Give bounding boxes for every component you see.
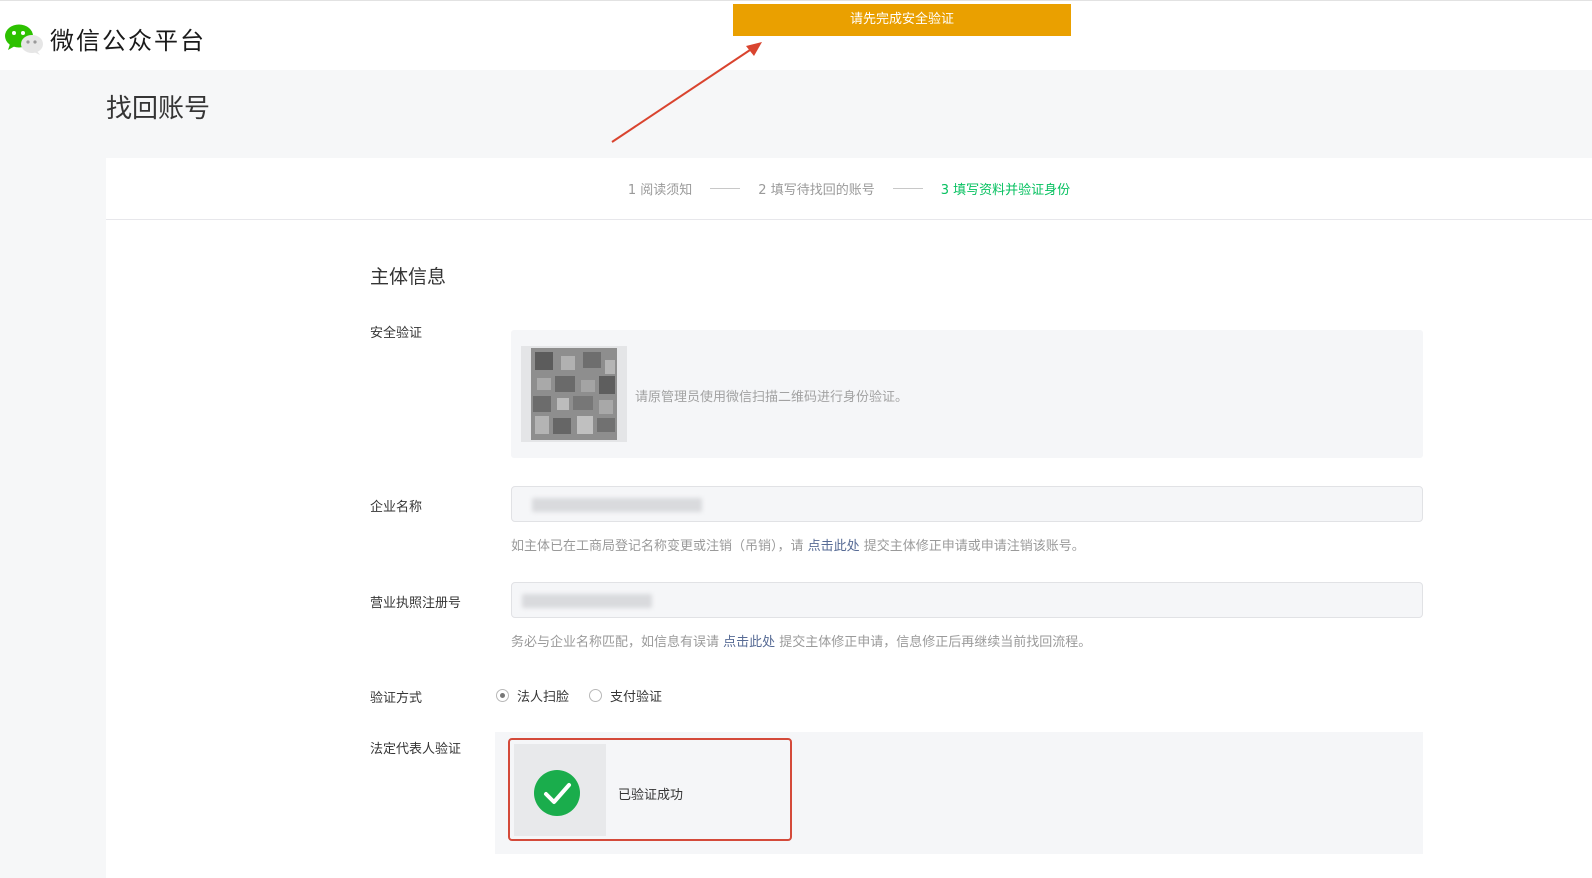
radio-label: 法人扫脸 <box>517 690 570 705</box>
license-number-input[interactable] <box>511 582 1423 618</box>
step-2: 2 填写待找回的账号 <box>758 183 875 198</box>
qr-hint: 请原管理员使用微信扫描二维码进行身份验证。 <box>635 390 909 405</box>
license-number-hint: 务必与企业名称匹配，如信息有误请 点击此处 提交主体修正申请，信息修正后再继续当… <box>511 631 1091 650</box>
company-name-label: 企业名称 <box>370 500 423 515</box>
radio-face-scan[interactable]: 法人扫脸 <box>496 686 569 705</box>
logo[interactable]: 微信公众平台 <box>4 21 206 56</box>
hint-text: 提交主体修正申请，信息修正后再继续当前找回流程。 <box>775 635 1092 650</box>
radio-payment[interactable]: 支付验证 <box>589 686 662 705</box>
step-3: 3 填写资料并验证身份 <box>940 183 1071 198</box>
step-indicator: 1 阅读须知 2 填写待找回的账号 3 填写资料并验证身份 <box>106 158 1592 220</box>
hint-text: 如主体已在工商局登记名称变更或注销（吊销），请 <box>511 539 808 554</box>
verify-method-radio-group: 法人扫脸 支付验证 <box>496 686 682 705</box>
redacted-value <box>532 498 702 512</box>
page-title: 找回账号 <box>106 94 211 124</box>
qr-code-image <box>521 346 627 442</box>
legal-rep-label: 法定代表人验证 <box>370 742 462 757</box>
section-title: 主体信息 <box>370 266 447 288</box>
verify-method-label: 验证方式 <box>370 691 423 706</box>
highlight-frame <box>508 738 792 841</box>
warning-toast: 请先完成安全验证 <box>733 4 1071 36</box>
radio-label: 支付验证 <box>610 690 663 705</box>
license-number-label: 营业执照注册号 <box>370 596 462 611</box>
company-name-input[interactable] <box>511 486 1423 522</box>
hint-text: 务必与企业名称匹配，如信息有误请 <box>511 635 724 650</box>
radio-button[interactable] <box>589 689 603 702</box>
radio-button-selected[interactable] <box>496 689 509 702</box>
annotation-arrow <box>611 42 762 143</box>
form-card: 1 阅读须知 2 填写待找回的账号 3 填写资料并验证身份 主体信息 安全验证 <box>106 158 1592 878</box>
wechat-logo-icon <box>4 22 44 56</box>
step-divider <box>710 188 741 189</box>
security-label: 安全验证 <box>370 326 423 341</box>
fix-subject-link[interactable]: 点击此处 <box>723 635 775 650</box>
company-name-hint: 如主体已在工商局登记名称变更或注销（吊销），请 点击此处 提交主体修正申请或申请… <box>511 535 1085 554</box>
step-1: 1 阅读须知 <box>627 183 693 198</box>
logo-text: 微信公众平台 <box>50 27 206 55</box>
step-divider <box>892 188 923 189</box>
hint-text: 提交主体修正申请或申请注销该账号。 <box>859 539 1085 554</box>
security-qr-panel: 请原管理员使用微信扫描二维码进行身份验证。 <box>511 330 1423 458</box>
redacted-value <box>522 594 652 608</box>
fix-subject-link[interactable]: 点击此处 <box>808 539 860 554</box>
